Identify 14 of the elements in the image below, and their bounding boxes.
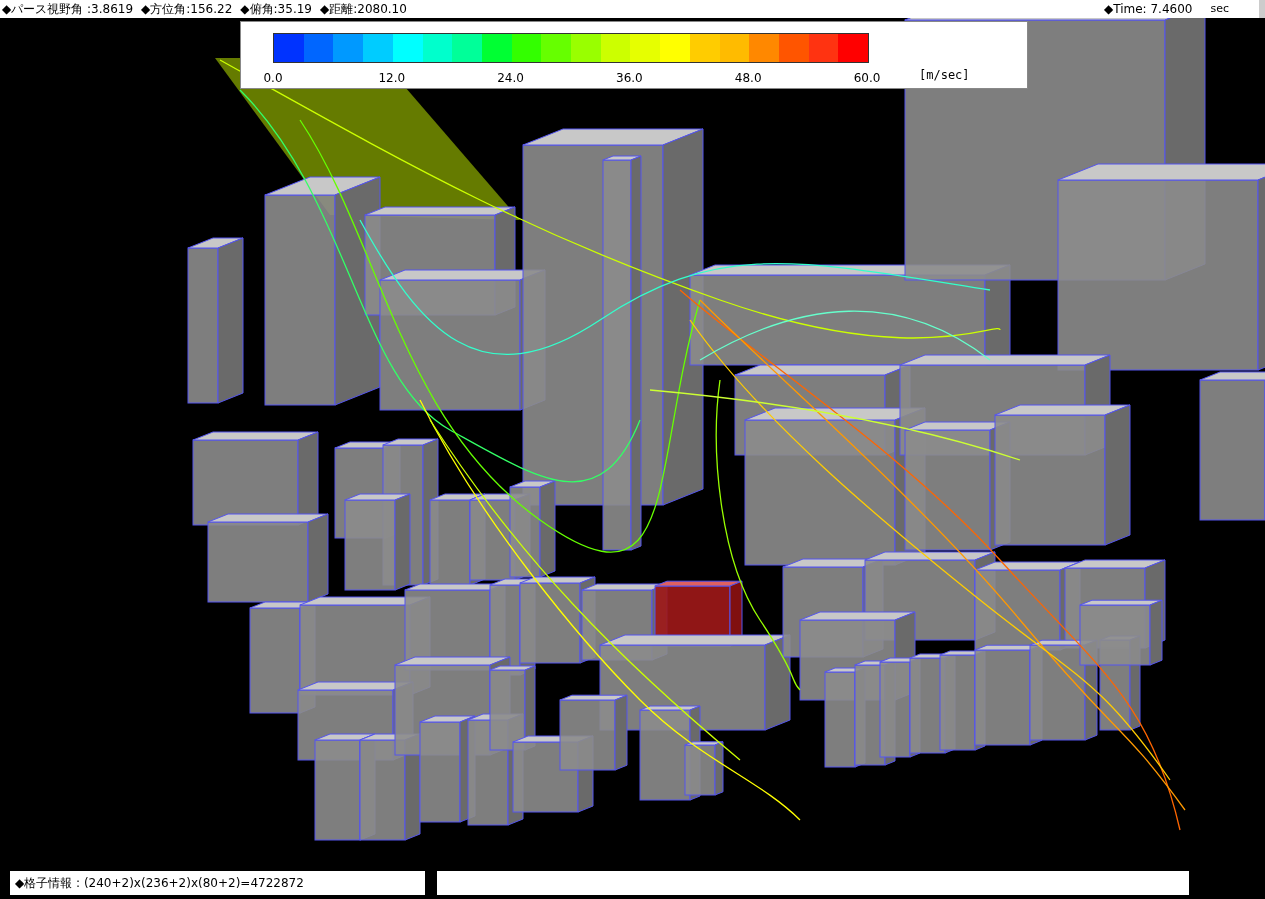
view-parameter: ◆方位角:156.22 xyxy=(141,0,233,18)
scale-tick-label: 36.0 xyxy=(616,71,643,85)
scale-tick-label: 24.0 xyxy=(497,71,524,85)
unit-label: [m/sec] xyxy=(919,68,970,82)
grid-info-text: ◆格子情報 : (240+2)x(236+2)x(80+2)=4722872 xyxy=(15,874,304,892)
scale-tick-label: 12.0 xyxy=(378,71,406,85)
time-value: ◆Time: 7.4600 xyxy=(1104,2,1193,16)
view-parameter: ◆距離:2080.10 xyxy=(319,0,407,18)
view-parameter: ◆俯角:35.19 xyxy=(240,0,312,18)
time-unit: sec xyxy=(1210,2,1229,16)
view-parameter: ◆パース視野角 :3.8619 xyxy=(2,0,134,18)
scale-tick-label: 60.0 xyxy=(853,71,881,85)
scale-tick-label: 0.0 xyxy=(263,71,283,85)
scale-tick-label: 48.0 xyxy=(734,71,762,85)
